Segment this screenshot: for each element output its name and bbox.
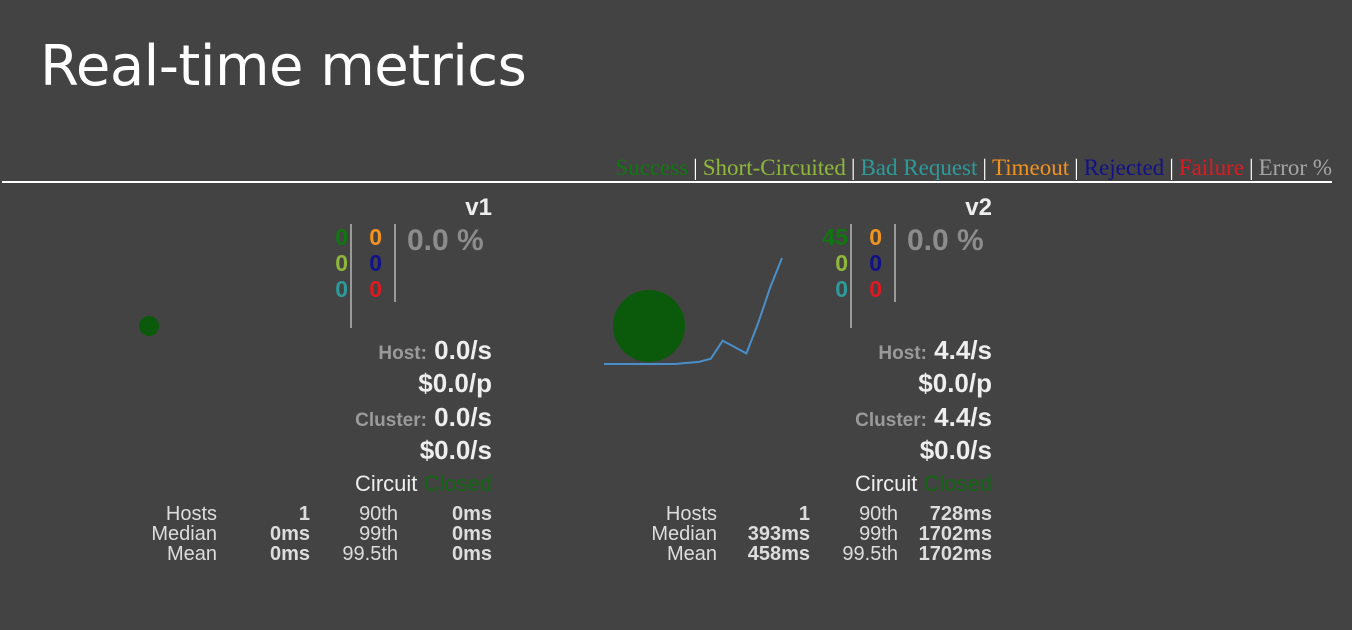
legend-separator: | (850, 155, 856, 180)
circuit-label: Circuit (855, 471, 918, 496)
circuit-status-row: Circuit Closed (355, 471, 492, 497)
host-rate: 0.0/s (434, 335, 492, 365)
cluster-rate-row: Cluster: 4.4/s (855, 402, 992, 433)
p99-label: 99th (359, 523, 398, 545)
median-label: Median (651, 523, 717, 545)
legend-separator: | (1248, 155, 1254, 180)
mean-label: Mean (166, 543, 217, 565)
host-rate-row: Host: 0.0/s (378, 335, 492, 366)
p99-value: 0ms (451, 523, 492, 545)
card-title: v1 (465, 194, 492, 221)
cluster-cost: $0.0/s (419, 435, 492, 465)
mean-value: 458ms (747, 543, 810, 565)
timeout-count: 0 (369, 224, 382, 250)
mean-label: Mean (666, 543, 717, 565)
divider (894, 224, 896, 302)
latency-stats: Hosts Median Mean 1 0ms 0ms 90th 99th 99… (0, 504, 500, 564)
circuit-status-row: Circuit Closed (855, 471, 992, 497)
failure-count: 0 (369, 276, 382, 302)
host-label: Host: (878, 343, 927, 364)
host-rate: 4.4/s (934, 335, 992, 365)
legend-separator: | (1169, 155, 1174, 180)
bad-request-count: 0 (835, 276, 848, 302)
hosts-value: 1 (798, 503, 810, 525)
short-circuited-count: 0 (835, 250, 848, 276)
median-value: 393ms (747, 523, 810, 545)
hosts-label: Hosts (165, 503, 217, 525)
circuit-status: Closed (423, 471, 492, 496)
p90-label: 90th (359, 503, 398, 525)
status-legend: Success | Short-Circuited | Bad Request | Time… (615, 155, 1332, 181)
legend-separator: | (1074, 155, 1079, 180)
latency-stats: Hosts Median Mean 1 393ms 458ms 90th 99t… (500, 504, 1000, 564)
count-column-left: 45 0 0 (822, 224, 848, 302)
count-column-left: 0 0 0 (335, 224, 348, 302)
legend-rejected: Rejected (1083, 155, 1165, 180)
legend-separator: | (693, 155, 698, 180)
card-title: v2 (965, 194, 992, 221)
cluster-rate: 0.0/s (434, 402, 492, 432)
p995-label: 99.5th (342, 543, 398, 565)
bubble-chart (604, 257, 783, 365)
rejected-count: 0 (869, 250, 882, 276)
p90-label: 90th (859, 503, 898, 525)
legend-success: Success (615, 155, 689, 180)
success-count: 0 (335, 224, 348, 250)
cluster-cost: $0.0/s (919, 435, 992, 465)
p995-value: 1702ms (918, 543, 992, 565)
cluster-rate: 4.4/s (934, 402, 992, 432)
circuit-label: Circuit (355, 471, 418, 496)
legend-error-percent: Error % (1258, 155, 1332, 180)
cluster-label: Cluster: (855, 410, 927, 431)
divider (2, 181, 1332, 183)
circuit-card-v1[interactable]: v1 0 0 0 0 0 0 0.0 % Host: 0.0/s $0.0/p … (0, 190, 500, 610)
count-column-right: 0 0 0 (869, 224, 882, 302)
legend-short-circuited: Short-Circuited (702, 155, 846, 180)
legend-bad-request: Bad Request (860, 155, 978, 180)
p99-label: 99th (859, 523, 898, 545)
hosts-label: Hosts (665, 503, 717, 525)
median-value: 0ms (269, 523, 310, 545)
legend-failure: Failure (1178, 155, 1244, 180)
page-title: Real-time metrics (40, 34, 527, 99)
divider (394, 224, 396, 302)
p995-label: 99.5th (842, 543, 898, 565)
divider (350, 224, 352, 328)
p99-value: 1702ms (918, 523, 992, 545)
p90-value: 0ms (451, 503, 492, 525)
p995-value: 0ms (451, 543, 492, 565)
bubble-chart (139, 316, 159, 336)
error-percentage: 0.0 % (907, 224, 984, 257)
health-bubble (139, 316, 159, 336)
rejected-count: 0 (369, 250, 382, 276)
error-percentage: 0.0 % (407, 224, 484, 257)
hosts-value: 1 (298, 503, 310, 525)
median-label: Median (151, 523, 217, 545)
legend-separator: | (982, 155, 987, 180)
divider (850, 224, 852, 328)
host-rate-row: Host: 4.4/s (878, 335, 992, 366)
host-label: Host: (378, 343, 427, 364)
short-circuited-count: 0 (335, 250, 348, 276)
p90-value: 728ms (929, 503, 992, 525)
success-count: 45 (822, 224, 848, 250)
timeout-count: 0 (869, 224, 882, 250)
cluster-rate-row: Cluster: 0.0/s (355, 402, 492, 433)
cluster-label: Cluster: (355, 410, 427, 431)
circuit-card-v2[interactable]: v2 45 0 0 0 0 0 0.0 % Host: 4.4/s $0.0/p… (500, 190, 1000, 610)
circuit-status: Closed (923, 471, 992, 496)
failure-count: 0 (869, 276, 882, 302)
legend-timeout: Timeout (991, 155, 1070, 180)
bad-request-count: 0 (335, 276, 348, 302)
host-cost: $0.0/p (918, 368, 992, 398)
host-cost: $0.0/p (418, 368, 492, 398)
mean-value: 0ms (269, 543, 310, 565)
count-column-right: 0 0 0 (369, 224, 382, 302)
health-bubble (613, 290, 685, 362)
